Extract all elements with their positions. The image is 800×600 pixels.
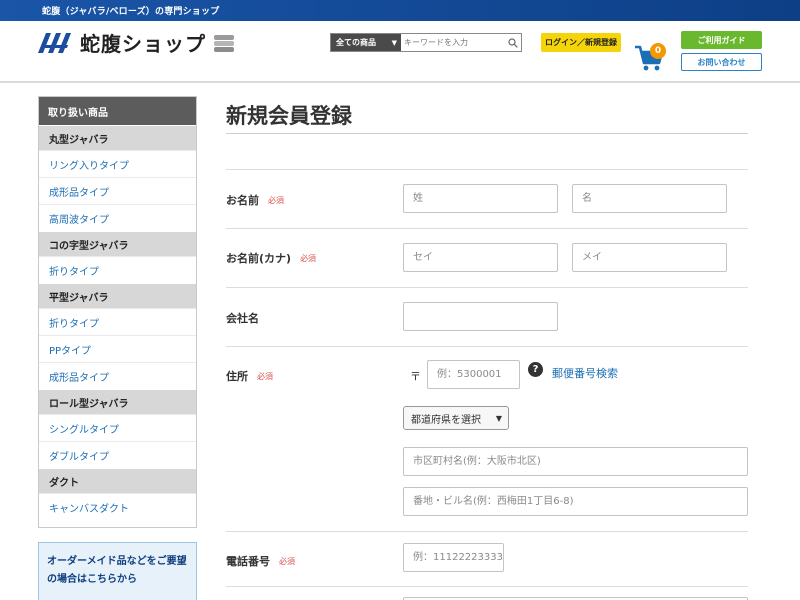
phone-label-text: 電話番号: [226, 555, 270, 568]
last-name-kana-input[interactable]: [403, 243, 558, 272]
phone-label: 電話番号 必須: [226, 553, 295, 569]
sidebar-category[interactable]: ロール型ジャバラ: [39, 389, 196, 414]
postal-mark: 〒: [410, 370, 421, 383]
login-register-button[interactable]: ログイン／新規登録: [541, 33, 621, 52]
row-divider: [226, 346, 748, 347]
row-divider: [226, 531, 748, 532]
logo-text: 蛇腹ショップ: [80, 32, 206, 56]
search-icon[interactable]: [505, 34, 521, 51]
last-name-input[interactable]: [403, 184, 558, 213]
row-divider: [226, 586, 748, 587]
kana-label: お名前(カナ) 必須: [226, 250, 316, 266]
sidebar-item[interactable]: 成形品タイプ: [39, 177, 196, 204]
kana-label-text: お名前(カナ): [226, 252, 292, 265]
sidebar-item[interactable]: 折りタイプ: [39, 256, 196, 283]
sidebar-category[interactable]: ダクト: [39, 468, 196, 493]
company-label: 会社名: [226, 310, 259, 326]
city-input[interactable]: [403, 447, 748, 476]
custom-order-banner[interactable]: オーダーメイド品などをご要望 の場合はこちらから: [38, 542, 197, 600]
first-name-kana-input[interactable]: [572, 243, 727, 272]
sidebar-heading: 取り扱い商品: [39, 97, 196, 125]
prefecture-select[interactable]: 都道府県を選択 ▼: [403, 406, 509, 430]
guide-button[interactable]: ご利用ガイド: [681, 31, 762, 49]
top-banner-text: 蛇腹（ジャバラ/ベローズ）の専門ショップ: [42, 7, 220, 17]
row-divider: [226, 228, 748, 229]
sidebar-item[interactable]: PPタイプ: [39, 335, 196, 362]
sidebar-item[interactable]: リング入りタイプ: [39, 150, 196, 177]
logo-mark-icon: [38, 32, 71, 53]
page-title: 新規会員登録: [226, 104, 352, 128]
sidebar-category[interactable]: コの字型ジャバラ: [39, 231, 196, 256]
required-badge: 必須: [279, 556, 295, 566]
sidebar-item[interactable]: 折りタイプ: [39, 308, 196, 335]
search-category-select[interactable]: 全ての商品 ▼: [331, 34, 401, 51]
help-icon[interactable]: ?: [528, 362, 543, 377]
search-bar: 全ての商品 ▼: [330, 33, 522, 52]
prefecture-select-label: 都道府県を選択: [411, 414, 481, 426]
top-banner: 蛇腹（ジャバラ/ベローズ）の専門ショップ: [0, 0, 800, 21]
sidebar-item[interactable]: シングルタイプ: [39, 414, 196, 441]
search-input[interactable]: [401, 34, 505, 51]
product-sidebar: 取り扱い商品 丸型ジャバラ リング入りタイプ 成形品タイプ 高周波タイプ コの字…: [38, 96, 197, 528]
address-label: 住所 必須: [226, 368, 273, 384]
sidebar-item[interactable]: ダブルタイプ: [39, 441, 196, 468]
row-divider: [226, 169, 748, 170]
name-label: お名前 必須: [226, 192, 284, 208]
postal-code-input[interactable]: [427, 360, 520, 389]
contact-button[interactable]: お問い合わせ: [681, 53, 762, 71]
required-badge: 必須: [257, 371, 273, 381]
required-badge: 必須: [300, 253, 317, 263]
title-divider: [226, 133, 748, 134]
chevron-down-icon: ▼: [391, 38, 397, 47]
custom-order-line1: オーダーメイド品などをご要望: [47, 556, 187, 567]
sidebar-category[interactable]: 丸型ジャバラ: [39, 125, 196, 150]
phone-input[interactable]: [403, 543, 504, 572]
postal-code-search-link[interactable]: 郵便番号検索: [552, 365, 618, 381]
cart-count-badge: 0: [650, 43, 666, 59]
row-divider: [226, 287, 748, 288]
address-label-text: 住所: [226, 370, 248, 383]
chevron-down-icon: ▼: [495, 413, 502, 423]
company-input[interactable]: [403, 302, 558, 331]
site-logo[interactable]: 蛇腹ショップ: [38, 28, 238, 57]
first-name-input[interactable]: [572, 184, 727, 213]
sidebar-item[interactable]: キャンバスダクト: [39, 493, 196, 520]
custom-order-line2: の場合はこちらから: [47, 574, 137, 585]
sidebar-item[interactable]: 成形品タイプ: [39, 362, 196, 389]
required-badge: 必須: [268, 195, 284, 205]
pipe-icon: [214, 34, 234, 52]
search-category-label: 全ての商品: [336, 38, 376, 47]
street-input[interactable]: [403, 487, 748, 516]
company-label-text: 会社名: [226, 312, 259, 325]
sidebar-item[interactable]: 高周波タイプ: [39, 204, 196, 231]
sidebar-category[interactable]: 平型ジャバラ: [39, 283, 196, 308]
name-label-text: お名前: [226, 194, 259, 207]
